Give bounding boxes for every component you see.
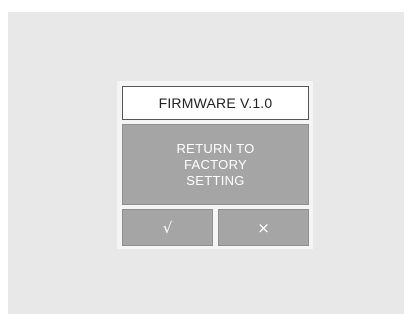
check-icon: √ [162,218,173,237]
confirm-button[interactable]: √ [122,209,213,246]
firmware-dialog: FIRMWARE V.1.0 RETURN TO FACTORY SETTING… [117,81,313,249]
firmware-version-title: FIRMWARE V.1.0 [122,86,309,120]
close-icon: × [257,218,270,237]
cancel-button[interactable]: × [218,209,309,246]
factory-reset-message: RETURN TO FACTORY SETTING [122,124,309,205]
device-screen: FIRMWARE V.1.0 RETURN TO FACTORY SETTING… [8,12,404,314]
